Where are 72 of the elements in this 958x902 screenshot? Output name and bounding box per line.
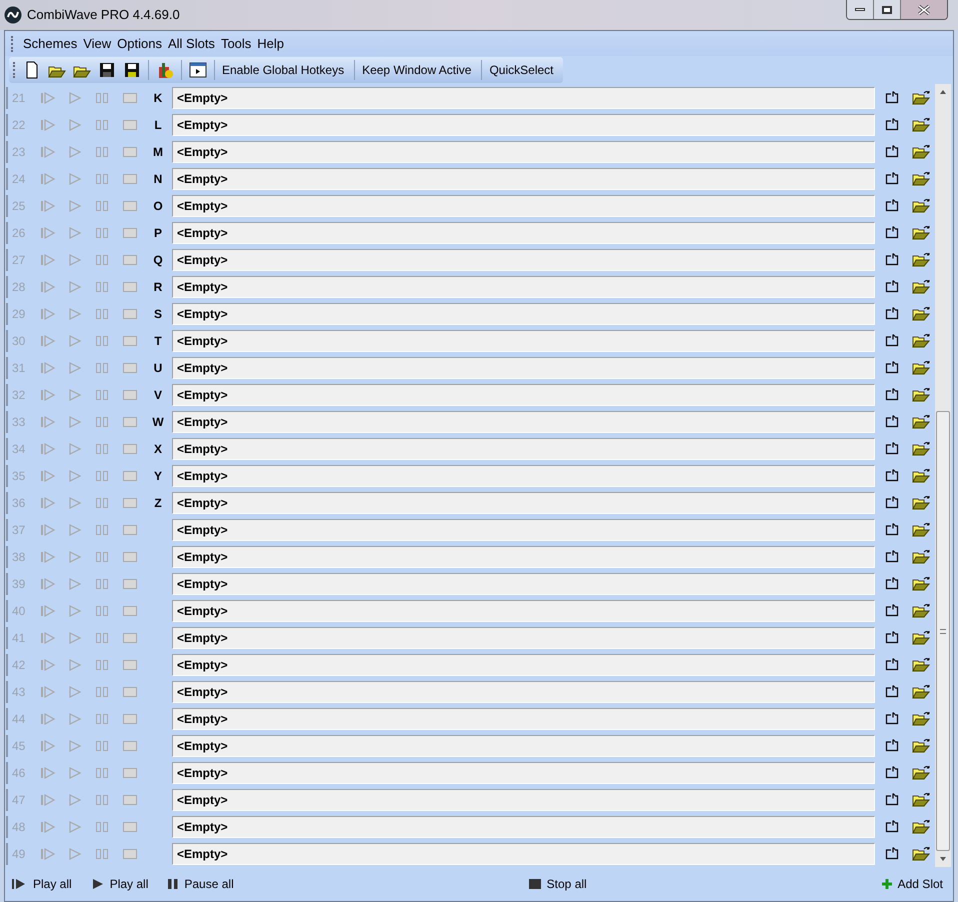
- scrollbar-thumb[interactable]: [936, 411, 950, 851]
- slot-number: 30: [11, 332, 26, 350]
- hotkey-letter: T: [154, 332, 162, 350]
- play-sequence-icon: [11, 878, 27, 890]
- slot-number: 40: [11, 602, 26, 620]
- menu-item[interactable]: Schemes: [20, 34, 80, 54]
- slot-number: 31: [11, 360, 26, 376]
- footer-button[interactable]: Play all: [92, 875, 148, 893]
- hotkey-letter: O: [153, 198, 163, 214]
- hotkey-letter: V: [154, 386, 162, 404]
- slot-number: 48: [11, 818, 26, 836]
- slot-number: 23: [11, 144, 26, 160]
- slot-number: 47: [11, 792, 26, 808]
- slot-number: 32: [11, 386, 26, 404]
- menu-item[interactable]: Help: [254, 34, 288, 54]
- toolbar-button[interactable]: Keep Window Active: [357, 59, 476, 81]
- menu-item[interactable]: Tools: [218, 34, 254, 54]
- play-icon: [92, 878, 104, 890]
- hotkey-letter: M: [153, 144, 163, 160]
- slot-number: 38: [11, 548, 26, 566]
- slot-number: 41: [11, 630, 26, 646]
- app-logo-icon: [4, 6, 22, 24]
- hotkey-letter: L: [154, 116, 162, 134]
- slot-number: 27: [11, 252, 26, 268]
- slot-number: 33: [11, 414, 26, 430]
- slot-number: 49: [11, 846, 26, 862]
- menu-item[interactable]: All Slots: [164, 34, 218, 54]
- slot-number: 24: [11, 170, 26, 188]
- maximize-button[interactable]: [874, 0, 901, 19]
- slot-number: 28: [11, 278, 26, 296]
- slot-number: 37: [11, 522, 26, 538]
- hotkey-letter: X: [154, 440, 162, 458]
- minimize-button[interactable]: [847, 0, 874, 19]
- close-button[interactable]: [901, 0, 947, 19]
- toolbar-button[interactable]: Enable Global Hotkeys: [217, 59, 350, 81]
- hotkey-letter: K: [154, 90, 162, 106]
- slot-number: 43: [11, 684, 26, 700]
- slot-number: 34: [11, 440, 26, 458]
- slot-number: 22: [11, 116, 26, 134]
- slot-number: 42: [11, 656, 26, 674]
- plus-icon: [882, 879, 892, 889]
- slot-number: 35: [11, 468, 26, 484]
- hotkey-letter: S: [154, 306, 162, 322]
- footer-button[interactable]: Stop all: [528, 875, 587, 893]
- slot-number: 36: [11, 494, 26, 512]
- toolbar-button[interactable]: QuickSelect: [484, 59, 558, 81]
- hotkey-letter: U: [154, 360, 162, 376]
- slot-number: 26: [11, 224, 26, 242]
- menu-item[interactable]: Options: [114, 34, 165, 54]
- hotkey-letter: R: [154, 278, 162, 296]
- hotkey-letter: Z: [154, 494, 162, 512]
- close-icon: [918, 4, 930, 14]
- footer-button[interactable]: Pause all: [168, 875, 234, 893]
- hotkey-letter: N: [154, 170, 162, 188]
- footer-button[interactable]: Add Slot: [882, 875, 943, 893]
- menu-item[interactable]: View: [80, 34, 114, 54]
- window-title: CombiWave PRO 4.4.69.0: [27, 6, 180, 24]
- hotkey-letter: P: [154, 224, 162, 242]
- slot-number: 29: [11, 306, 26, 322]
- hotkey-letter: Y: [154, 468, 162, 484]
- footer-button[interactable]: Play all: [11, 875, 72, 893]
- slot-number: 21: [11, 90, 26, 106]
- scrollbar[interactable]: [935, 84, 951, 867]
- hotkey-letter: W: [152, 414, 164, 430]
- stop-icon: [528, 879, 541, 889]
- slot-number: 39: [11, 576, 26, 592]
- slot-number: 25: [11, 198, 26, 214]
- hotkey-letter: Q: [153, 252, 163, 268]
- pause-icon: [168, 879, 178, 889]
- slot-number: 46: [11, 764, 26, 782]
- slot-number: 44: [11, 710, 26, 728]
- slot-number: 45: [11, 738, 26, 754]
